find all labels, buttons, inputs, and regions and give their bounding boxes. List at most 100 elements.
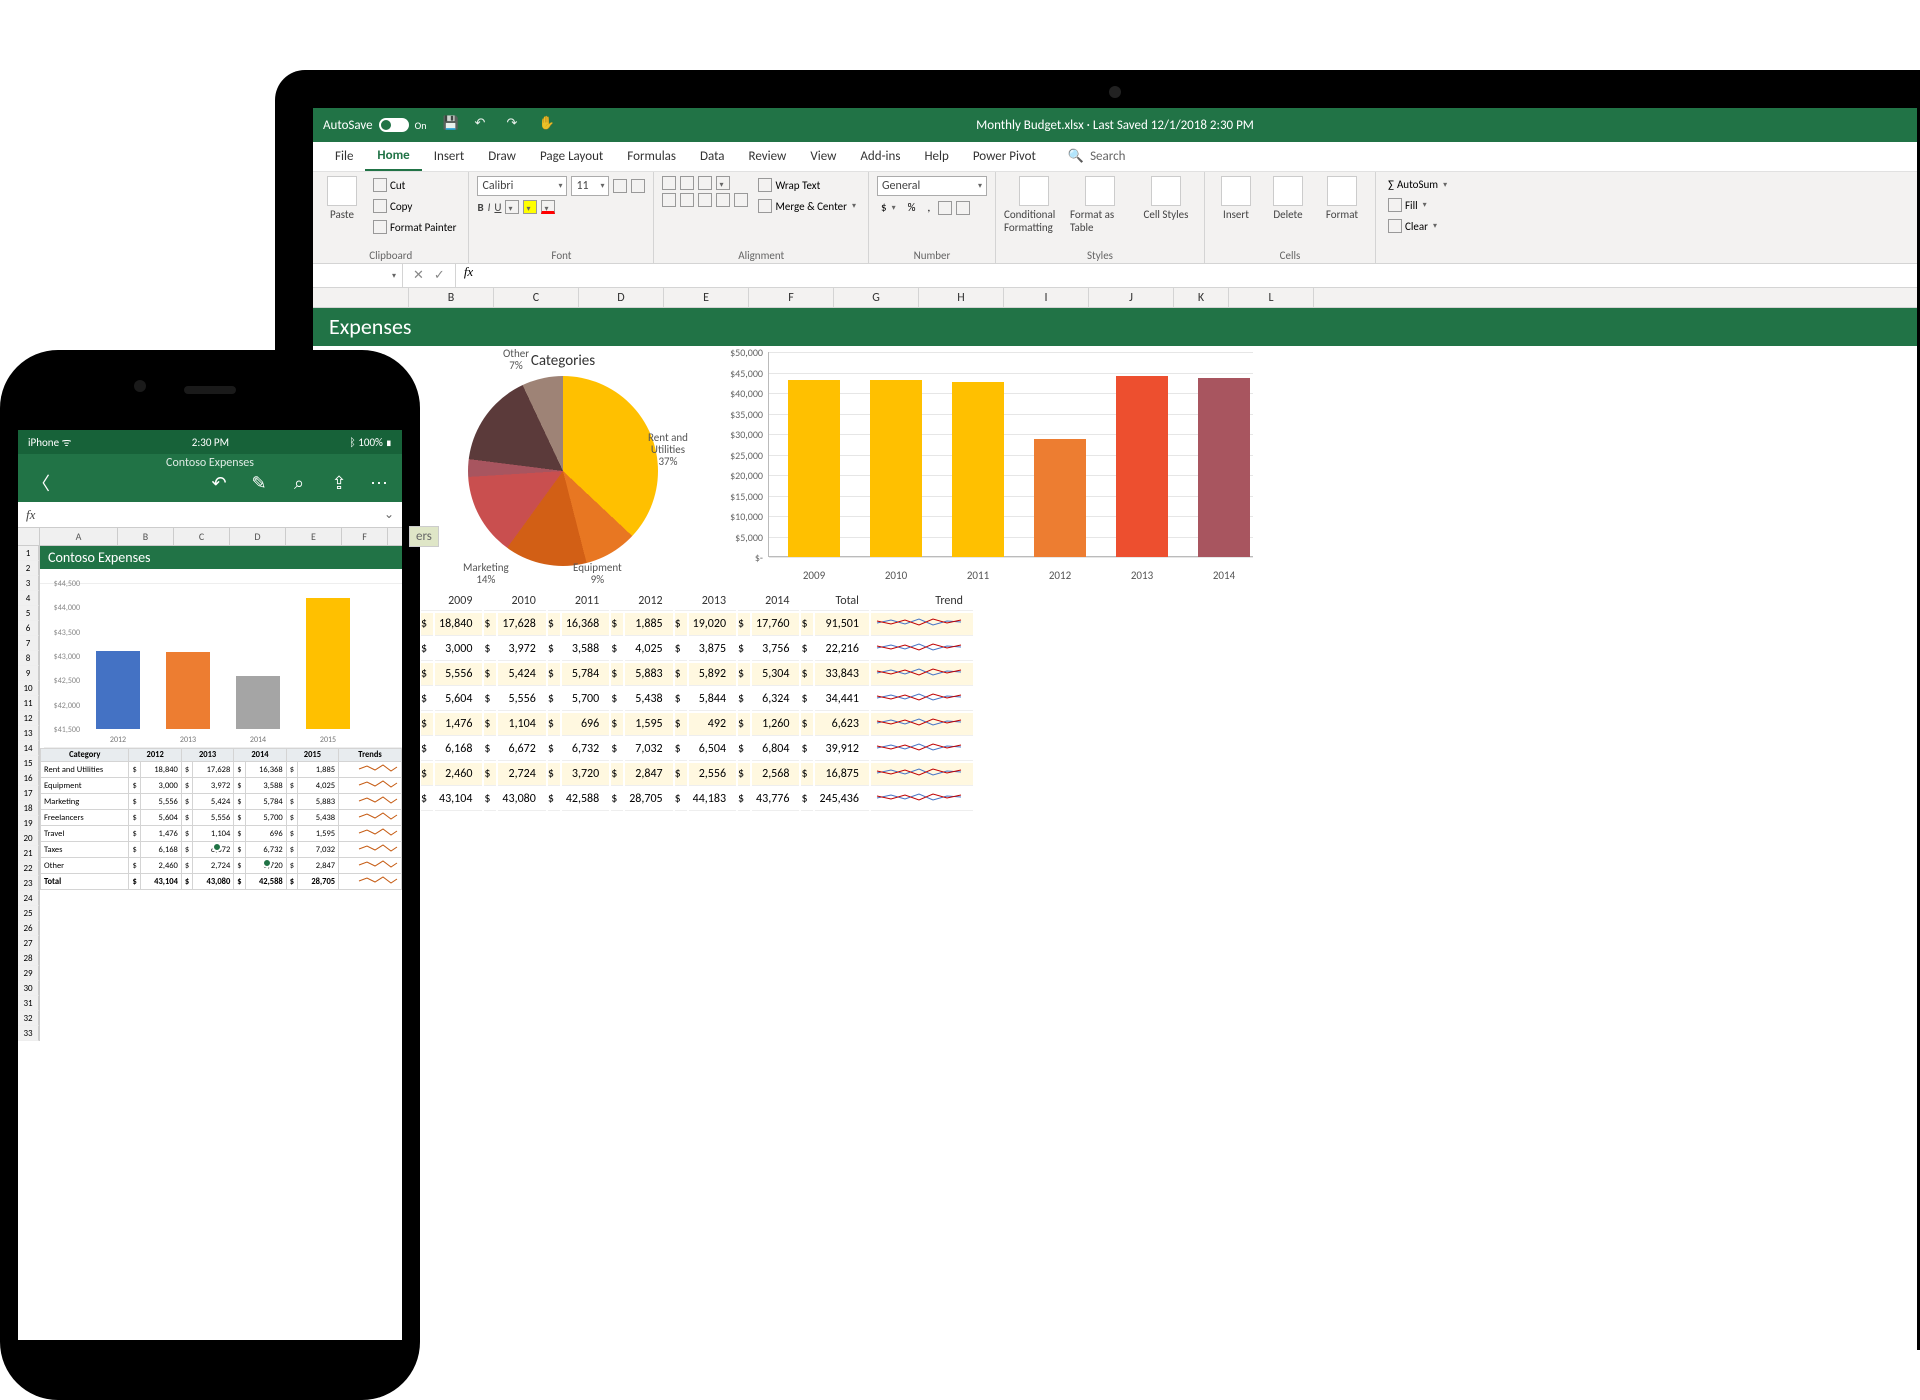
undo-icon[interactable]: ↶ bbox=[208, 472, 230, 494]
document-title[interactable]: Monthly Budget.xlsx · Last Saved 12/1/20… bbox=[976, 118, 1254, 133]
row-header[interactable]: 4 bbox=[18, 591, 39, 606]
autosum-button[interactable]: ∑ AutoSum bbox=[1384, 176, 1451, 193]
row-header[interactable]: 21 bbox=[18, 846, 39, 861]
table-row[interactable]: $3,000$3,972$3,588$4,025$3,875$3,756$22,… bbox=[405, 638, 973, 661]
bar[interactable] bbox=[952, 382, 1004, 557]
expense-table[interactable]: 200920102011201220132014TotalTrend$18,84… bbox=[403, 590, 975, 813]
align-middle-icon[interactable] bbox=[680, 176, 694, 190]
align-top-icon[interactable] bbox=[662, 176, 676, 190]
row-header[interactable]: 5 bbox=[18, 606, 39, 621]
row-header[interactable]: 10 bbox=[18, 681, 39, 696]
row-header[interactable]: 22 bbox=[18, 861, 39, 876]
paste-button[interactable]: Paste bbox=[321, 176, 363, 221]
tab-home[interactable]: Home bbox=[365, 142, 421, 171]
bold-button[interactable]: B bbox=[477, 201, 483, 214]
bar[interactable] bbox=[1116, 376, 1168, 557]
table-row[interactable]: $6,168$6,672$6,732$7,032$6,504$6,804$39,… bbox=[405, 738, 973, 761]
table-row[interactable]: Total$43,104$43,080$42,588$28,705 bbox=[41, 874, 402, 890]
comma-button[interactable]: , bbox=[923, 199, 934, 216]
col-header-D[interactable]: D bbox=[579, 288, 664, 307]
select-all-corner[interactable] bbox=[18, 528, 40, 545]
col-header-B[interactable]: B bbox=[409, 288, 494, 307]
delete-cells-button[interactable]: Delete bbox=[1265, 176, 1311, 221]
row-header[interactable]: 18 bbox=[18, 801, 39, 816]
col-header-I[interactable]: I bbox=[1004, 288, 1089, 307]
col-header-E[interactable]: E bbox=[286, 528, 342, 545]
phone-formula-bar[interactable]: fx ⌄ bbox=[18, 502, 402, 528]
more-icon[interactable]: ⋯ bbox=[368, 472, 390, 494]
number-format-dropdown[interactable]: General bbox=[877, 176, 987, 196]
bar[interactable] bbox=[1198, 378, 1250, 557]
tab-page-layout[interactable]: Page Layout bbox=[528, 142, 615, 171]
increase-indent-icon[interactable] bbox=[734, 193, 748, 207]
autosave-switch[interactable] bbox=[379, 118, 409, 132]
table-row[interactable]: $5,604$5,556$5,700$5,438$5,844$6,324$34,… bbox=[405, 688, 973, 711]
phone-expense-table[interactable]: Category2012201320142015TrendsRent and U… bbox=[40, 748, 402, 890]
table-row[interactable]: Freelancers$5,604$5,556$5,700$5,438 bbox=[41, 810, 402, 826]
phone-spreadsheet[interactable]: 1234567891011121314151617181920212223242… bbox=[18, 546, 402, 1041]
row-header[interactable]: 28 bbox=[18, 951, 39, 966]
back-icon[interactable]: 〈 bbox=[30, 472, 52, 494]
table-row[interactable]: $18,840$17,628$16,368$1,885$19,020$17,76… bbox=[405, 613, 973, 636]
selection-handle[interactable] bbox=[212, 842, 222, 852]
decrease-decimal-icon[interactable] bbox=[956, 201, 970, 215]
fill-button[interactable]: Fill bbox=[1384, 196, 1431, 214]
underline-button[interactable]: U bbox=[494, 201, 501, 214]
row-header[interactable]: 13 bbox=[18, 726, 39, 741]
tab-insert[interactable]: Insert bbox=[422, 142, 477, 171]
copy-button[interactable]: Copy bbox=[369, 197, 460, 215]
bar[interactable] bbox=[788, 380, 840, 557]
row-header[interactable]: 25 bbox=[18, 906, 39, 921]
tab-file[interactable]: File bbox=[323, 142, 365, 171]
phone-grid[interactable]: Contoso Expenses $41,500$42,000$42,500$4… bbox=[40, 546, 402, 1041]
yearly-bar-chart[interactable]: $-$5,000$10,000$15,000$20,000$25,000$30,… bbox=[713, 352, 1283, 582]
font-name-dropdown[interactable]: Calibri bbox=[477, 176, 567, 196]
tab-add-ins[interactable]: Add-ins bbox=[848, 142, 912, 171]
decrease-indent-icon[interactable] bbox=[716, 193, 730, 207]
formula-input[interactable] bbox=[481, 264, 1917, 287]
accept-formula-icon[interactable]: ✓ bbox=[434, 268, 445, 283]
table-row[interactable]: Travel$1,476$1,104$696$1,595 bbox=[41, 826, 402, 842]
align-bottom-icon[interactable] bbox=[698, 176, 712, 190]
row-header[interactable]: 26 bbox=[18, 921, 39, 936]
wrap-text-button[interactable]: Wrap Text bbox=[754, 176, 860, 194]
col-header-K[interactable]: K bbox=[1174, 288, 1229, 307]
italic-button[interactable]: I bbox=[488, 201, 491, 214]
spreadsheet-area[interactable]: Expenses ers Categories Rent and Utiliti… bbox=[313, 308, 1917, 898]
shrink-font-icon[interactable] bbox=[631, 179, 645, 193]
bar[interactable] bbox=[870, 380, 922, 557]
bar[interactable] bbox=[306, 598, 350, 729]
align-center-icon[interactable] bbox=[680, 193, 694, 207]
fx-icon[interactable]: fx bbox=[456, 264, 481, 287]
row-header[interactable]: 32 bbox=[18, 1011, 39, 1026]
select-all-corner[interactable] bbox=[313, 288, 409, 307]
row-header[interactable]: 12 bbox=[18, 711, 39, 726]
chevron-down-icon[interactable]: ⌄ bbox=[384, 507, 394, 522]
row-header[interactable]: 16 bbox=[18, 771, 39, 786]
cut-button[interactable]: Cut bbox=[369, 176, 460, 194]
format-cells-button[interactable]: Format bbox=[1317, 176, 1367, 221]
format-table-button[interactable]: Format as Table bbox=[1070, 176, 1130, 234]
merge-center-button[interactable]: Merge & Center bbox=[754, 197, 860, 215]
selection-handle[interactable] bbox=[262, 858, 272, 868]
table-row[interactable]: Rent and Utilities$18,840$17,628$16,368$… bbox=[41, 762, 402, 778]
increase-decimal-icon[interactable] bbox=[938, 201, 952, 215]
row-header[interactable]: 33 bbox=[18, 1026, 39, 1041]
draw-icon[interactable]: ✎ bbox=[248, 472, 270, 494]
col-header-G[interactable]: G bbox=[834, 288, 919, 307]
font-color-button[interactable] bbox=[541, 200, 555, 214]
row-header[interactable]: 15 bbox=[18, 756, 39, 771]
search-icon[interactable]: ⌕ bbox=[288, 472, 310, 494]
bar[interactable] bbox=[166, 652, 210, 729]
redo-icon[interactable]: ↷ bbox=[507, 116, 525, 134]
col-header-A[interactable]: A bbox=[40, 528, 118, 545]
table-row[interactable]: Marketing$5,556$5,424$5,784$5,883 bbox=[41, 794, 402, 810]
insert-cells-button[interactable]: Insert bbox=[1213, 176, 1259, 221]
row-header[interactable]: 8 bbox=[18, 651, 39, 666]
cond-format-button[interactable]: Conditional Formatting bbox=[1004, 176, 1064, 234]
bar[interactable] bbox=[236, 676, 280, 729]
row-header[interactable]: 3 bbox=[18, 576, 39, 591]
col-header-F[interactable]: F bbox=[342, 528, 388, 545]
row-header[interactable]: 30 bbox=[18, 981, 39, 996]
row-header[interactable]: 17 bbox=[18, 786, 39, 801]
